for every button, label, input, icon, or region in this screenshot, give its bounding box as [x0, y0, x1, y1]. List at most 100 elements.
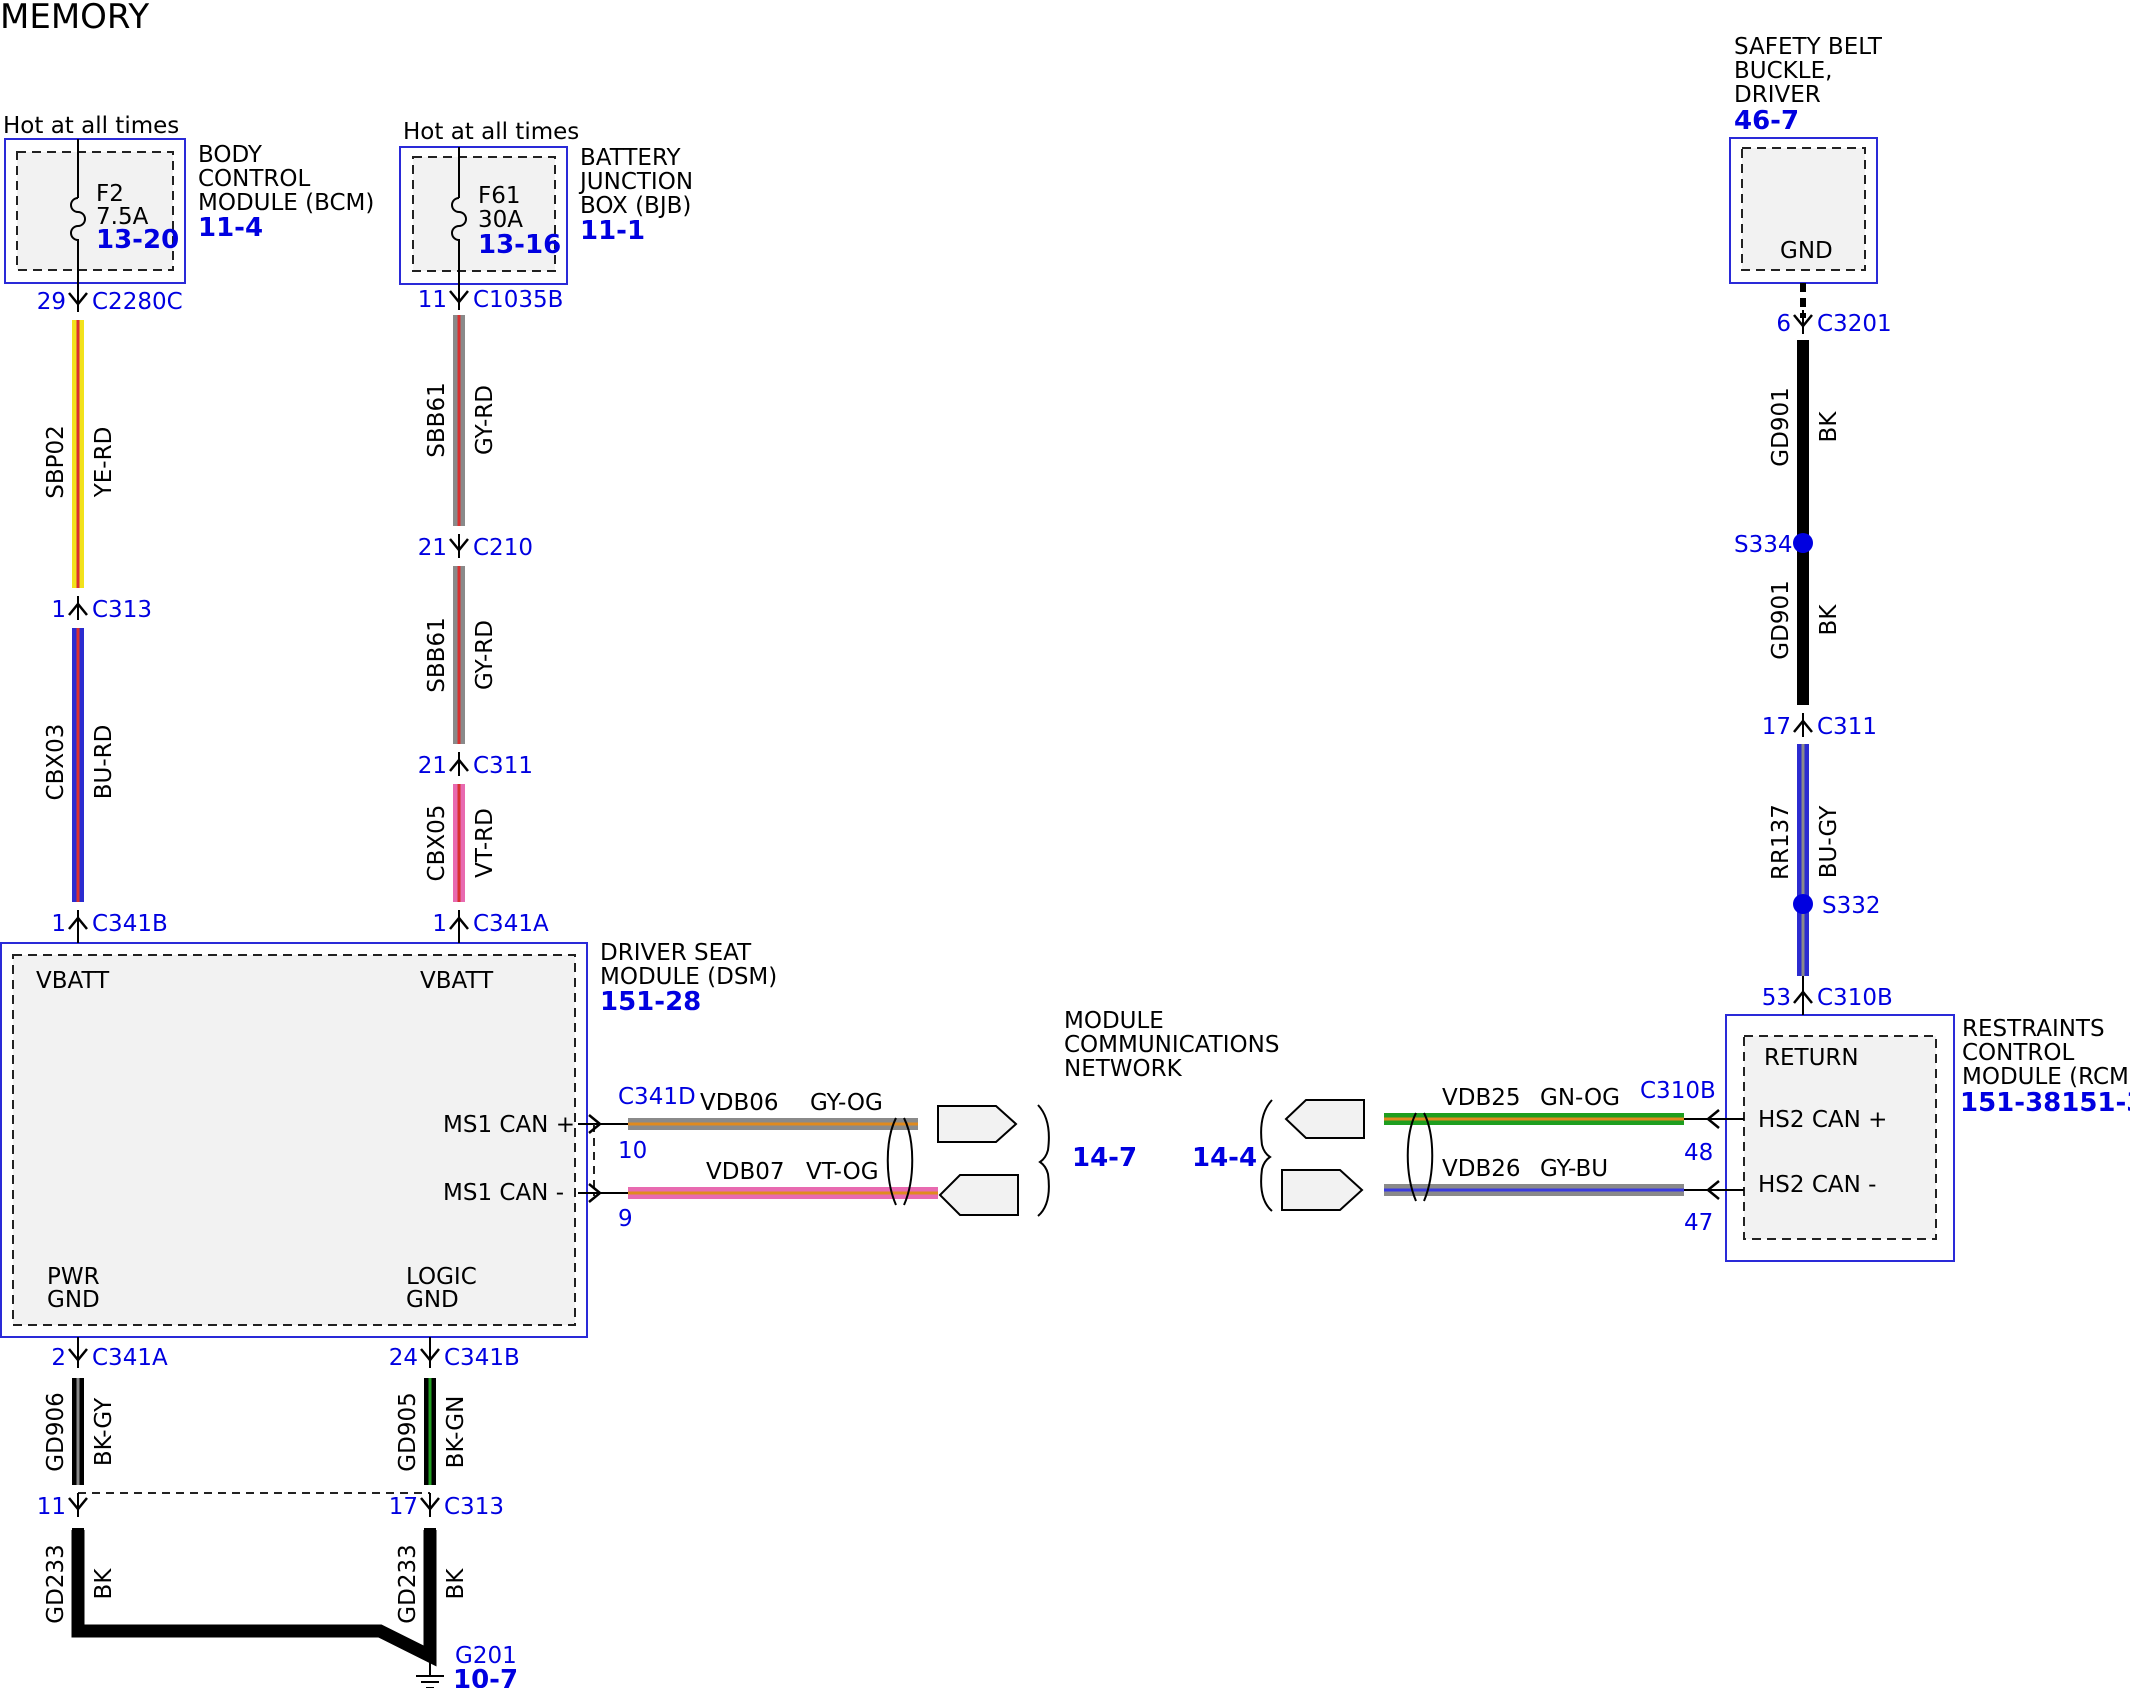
- connector-name[interactable]: C210: [473, 535, 533, 561]
- wire-circuit-label: GD905: [395, 1392, 421, 1471]
- wire-color-label: BK: [91, 1568, 117, 1600]
- wire-circuit-label: VDB26: [1442, 1156, 1521, 1182]
- wiring-diagram: MEMORY Hot at all times F2 7.5A 13-20 BO…: [0, 0, 2130, 1688]
- rcm-can-minus: HS2 CAN -: [1758, 1172, 1876, 1198]
- wire-color-label: GY-BU: [1540, 1156, 1608, 1182]
- splice-dot: [1793, 533, 1813, 553]
- wire-color-label: BK-GN: [443, 1396, 469, 1469]
- wire-color-label: BU-RD: [91, 725, 117, 800]
- dsm-pwr-gnd-2: GND: [47, 1287, 100, 1313]
- off-page-connector-icon: [937, 1105, 1018, 1143]
- connector-pin: 2: [51, 1345, 66, 1371]
- bjb-ref[interactable]: 11-1: [580, 216, 645, 246]
- wire-circuit-label: GD906: [43, 1392, 69, 1471]
- off-page-connectors: [937, 1099, 1365, 1216]
- wire-circuit-label: VDB07: [706, 1159, 785, 1185]
- bjb-fuse-ref[interactable]: 13-16: [478, 230, 561, 260]
- wire-stripe: [628, 1122, 918, 1126]
- connector-pin: 11: [37, 1494, 66, 1520]
- connector-name[interactable]: C3201: [1817, 311, 1892, 337]
- bcm-hot-label: Hot at all times: [3, 113, 179, 139]
- bcm-ref[interactable]: 11-4: [198, 213, 263, 243]
- bcm-name-2: CONTROL: [198, 166, 311, 192]
- connector-pin: 1: [432, 911, 447, 937]
- wire-circuit-label: SBB61: [424, 382, 450, 457]
- connector-pin: 47: [1684, 1210, 1713, 1236]
- connector-pin: 53: [1762, 985, 1791, 1011]
- wire-circuit-label: VDB06: [700, 1090, 779, 1116]
- network-ref-left[interactable]: 14-7: [1072, 1143, 1137, 1173]
- connector-name[interactable]: C341B: [444, 1345, 520, 1371]
- dsm-vbatt-2: VBATT: [420, 968, 494, 994]
- wire-stripe: [457, 566, 461, 744]
- connector-pin: 21: [418, 535, 447, 561]
- connector-name[interactable]: C341B: [92, 911, 168, 937]
- wire-circuit-label: SBP02: [43, 425, 69, 499]
- bjb-module: Hot at all times F61 30A 13-16 BATTERY J…: [399, 119, 693, 300]
- splice-s332: S332: [1822, 893, 1881, 919]
- dsm-can-plus: MS1 CAN +: [443, 1112, 575, 1138]
- wire-w7[interactable]: [1797, 543, 1809, 705]
- bjb-name-2: JUNCTION: [578, 169, 693, 195]
- connector-name[interactable]: C2280C: [92, 289, 183, 315]
- connector-name[interactable]: C313: [92, 597, 152, 623]
- splice-s334: S334: [1734, 532, 1793, 558]
- bjb-fuse-name: F61: [478, 183, 521, 209]
- dsm-ref[interactable]: 151-28: [600, 987, 701, 1017]
- bcm-fuse-ref[interactable]: 13-20: [96, 225, 179, 255]
- dsm-vbatt-1: VBATT: [36, 968, 110, 994]
- belt-gnd-pin: GND: [1780, 238, 1833, 264]
- diagram-title: MEMORY: [0, 0, 149, 37]
- connector-name[interactable]: C341A: [473, 911, 549, 937]
- wire-color-label: VT-RD: [472, 808, 498, 878]
- wire-color-label: GY-OG: [810, 1090, 883, 1116]
- off-page-connector-icon: [938, 1174, 1019, 1216]
- rcm-name-3: MODULE (RCM): [1962, 1064, 2130, 1090]
- connector-pin: 1: [51, 911, 66, 937]
- connector-pin: 6: [1776, 311, 1791, 337]
- wire-w6[interactable]: [1797, 340, 1809, 543]
- wire-stripe: [428, 1378, 432, 1485]
- connector-name[interactable]: C311: [473, 753, 533, 779]
- wire-stripe: [1801, 744, 1805, 976]
- belt-name-3: DRIVER: [1734, 82, 1821, 108]
- dsm-logic-gnd-2: GND: [406, 1287, 459, 1313]
- safety-belt-module: SAFETY BELT BUCKLE, DRIVER 46-7 GND: [1729, 34, 1883, 318]
- bcm-name-1: BODY: [198, 142, 263, 168]
- connector-pin: 9: [618, 1206, 633, 1232]
- connector-name[interactable]: C1035B: [473, 287, 563, 313]
- connector-pin: 17: [1762, 714, 1791, 740]
- wire-circuit-label: CBX03: [43, 724, 69, 801]
- network-ref-right[interactable]: 14-4: [1192, 1143, 1257, 1173]
- wire-circuit-label: GD901: [1768, 580, 1794, 659]
- connector-pin: 17: [389, 1494, 418, 1520]
- network-label: MODULE COMMUNICATIONS NETWORK 14-7 14-4: [1037, 1008, 1279, 1217]
- network-line-3: NETWORK: [1064, 1056, 1183, 1082]
- rcm-ref[interactable]: 151-38151-39: [1960, 1088, 2130, 1118]
- wire-stripe: [76, 628, 80, 902]
- belt-ref[interactable]: 46-7: [1734, 106, 1799, 136]
- ground-icon: [416, 1660, 444, 1688]
- connector-name[interactable]: C310B: [1640, 1078, 1716, 1104]
- connector-name[interactable]: C310B: [1817, 985, 1893, 1011]
- network-brace-left: [1260, 1099, 1273, 1212]
- connector-pin: 29: [37, 289, 66, 315]
- ground-ref[interactable]: 10-7: [453, 1665, 518, 1688]
- belt-name-2: BUCKLE,: [1734, 58, 1832, 84]
- wire-stripe: [457, 315, 461, 526]
- rcm-name-2: CONTROL: [1962, 1040, 2075, 1066]
- connector-name[interactable]: C341D: [618, 1084, 696, 1110]
- belt-name-1: SAFETY BELT: [1734, 34, 1883, 60]
- connector-name[interactable]: C311: [1817, 714, 1877, 740]
- wire-stripe: [1384, 1117, 1684, 1121]
- wire-stripe: [457, 784, 461, 902]
- off-page-connector-icon: [1284, 1099, 1365, 1139]
- wire-color-label: GY-RD: [472, 385, 498, 455]
- connector-name[interactable]: C341A: [92, 1345, 168, 1371]
- connector-name[interactable]: C313: [444, 1494, 504, 1520]
- wire-color-label: BK: [1816, 411, 1842, 443]
- rcm-module: RETURN HS2 CAN + HS2 CAN - RESTRAINTS CO…: [1725, 1014, 2130, 1262]
- bcm-module: Hot at all times F2 7.5A 13-20 BODY CONT…: [3, 113, 374, 300]
- rcm-can-plus: HS2 CAN +: [1758, 1107, 1887, 1133]
- dsm-name-1: DRIVER SEAT: [600, 940, 752, 966]
